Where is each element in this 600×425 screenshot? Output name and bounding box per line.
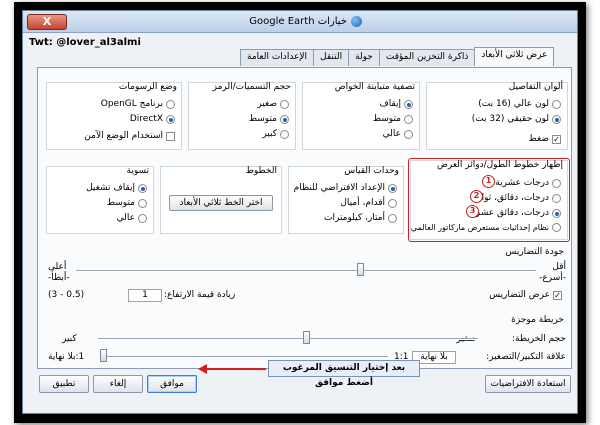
tab-strip: عرض ثلاثي الأبعاد ذاكرة التخزين المؤقت ج…	[240, 47, 555, 67]
radio-aniso-off[interactable]: إيقاف	[379, 99, 413, 109]
units-group: وحدات القياس الإعداد الافتراضي للنظام أق…	[288, 166, 404, 234]
radio-aniso-high[interactable]: عالي	[383, 129, 413, 139]
label-size-group: حجم التسميات/الرمز صغير متوسط كبير	[188, 82, 296, 150]
radio-directx[interactable]: DirectX	[130, 114, 175, 124]
zoom-relation-left: 1:بلا نهاية	[48, 352, 85, 362]
terrain-quality-track	[76, 270, 536, 272]
radio-units-metric[interactable]: أمتار، كيلومترات	[324, 213, 397, 223]
zoom-relation-track	[104, 356, 388, 358]
arrow-shaft	[206, 368, 266, 370]
tab-3d-view[interactable]: عرض ثلاثي الأبعاد	[474, 47, 555, 66]
graphics-mode-group: وضع الرسومات برنامج OpenGL DirectX استخد…	[46, 82, 182, 150]
fonts-title: الخطوط	[245, 166, 277, 176]
checkbox-safe-mode[interactable]: استخدام الوضع الآمن	[84, 131, 175, 141]
smoothing-title: تسوية	[126, 166, 149, 176]
cancel-button[interactable]: إلغاء	[93, 375, 143, 393]
radio-opengl[interactable]: برنامج OpenGL	[101, 99, 175, 109]
elevation-range: (0.5 - 3)	[48, 290, 85, 300]
radio-aniso-medium[interactable]: متوسط	[373, 114, 413, 124]
radio-high-color[interactable]: لون عالي (16 بت)	[478, 99, 561, 109]
terrain-right-top: أقل	[552, 262, 566, 272]
restore-defaults-button[interactable]: استعادة الافتراضيات	[485, 375, 571, 393]
checkbox-show-terrain[interactable]: ✓ عرض التضاريس	[489, 290, 562, 300]
close-button[interactable]: X	[27, 14, 67, 30]
zoom-relation-label: علاقة التكبير/التصغير:	[486, 352, 566, 362]
instruction-annotation: بعد إختيار التنسيق المرغوب أضغط موافق	[268, 360, 420, 388]
twitter-handle: Twt: @lover_al3almi	[29, 37, 141, 48]
arrow-pointer-icon	[198, 364, 207, 374]
apply-button[interactable]: تطبيق	[39, 375, 89, 393]
elevation-label: زيادة قيمة الارتفاع:	[164, 290, 236, 300]
options-dialog: Google Earth خيارات X Twt: @lover_al3alm…	[22, 10, 578, 414]
radio-smooth-high[interactable]: عالي	[117, 213, 147, 223]
google-earth-icon	[351, 16, 362, 27]
elevation-input[interactable]: 1	[128, 289, 162, 302]
radio-label-small[interactable]: صغير	[257, 99, 289, 109]
anisotropic-title: تصفية متباينة الخواص	[334, 82, 415, 92]
map-size-large: كبير	[62, 334, 77, 344]
terrain-left-bottom: -أبطأ-	[48, 273, 70, 283]
title-bar: Google Earth خيارات X	[23, 11, 577, 33]
tab-cache[interactable]: ذاكرة التخزين المؤقت	[378, 49, 476, 66]
graphics-mode-title: وضع الرسومات	[118, 82, 177, 92]
terrain-left-top: أعلى	[48, 262, 67, 272]
badge-2: 2	[470, 190, 483, 203]
zoom-relation-slider[interactable]	[100, 349, 107, 362]
radio-units-imperial[interactable]: أقدام، أميال	[340, 198, 397, 208]
badge-1: 1	[482, 175, 495, 188]
terrain-quality-title: جودة التضاريس	[505, 247, 564, 257]
radio-smooth-medium[interactable]: متوسط	[107, 198, 147, 208]
tab-navigation[interactable]: التنقل	[313, 49, 350, 66]
fonts-group: الخطوط اختر الخط ثلاثي الأبعاد	[160, 166, 282, 234]
overview-map-title: خريطة موجزة	[511, 315, 564, 325]
label-size-title: حجم التسميات/الرمز	[212, 82, 291, 92]
tab-touring[interactable]: جولة	[348, 49, 380, 66]
3d-view-panel: ألوان التفاصيل لون عالي (16 بت) لون حقيق…	[37, 67, 572, 369]
checkbox-compress[interactable]: ✓ ضغط	[528, 134, 561, 144]
radio-smooth-off[interactable]: إيقاف تشغيل	[86, 183, 147, 193]
terrain-quality-slider[interactable]	[357, 263, 365, 276]
radio-label-medium[interactable]: متوسط	[249, 114, 289, 124]
badge-3: 3	[466, 205, 479, 218]
radio-label-large[interactable]: كبير	[262, 129, 289, 139]
radio-units-default[interactable]: الإعداد الافتراضي للنظام	[294, 183, 397, 193]
map-size-slider[interactable]	[303, 331, 310, 344]
map-size-track	[98, 338, 478, 340]
choose-3d-font-button[interactable]: اختر الخط ثلاثي الأبعاد	[169, 195, 273, 211]
smoothing-group: تسوية إيقاف تشغيل متوسط عالي	[46, 166, 154, 234]
tab-general[interactable]: الإعدادات العامة	[240, 49, 315, 66]
terrain-right-bottom: -أسرع-	[539, 273, 566, 283]
window-title: Google Earth خيارات	[249, 16, 347, 27]
texture-colors-group: ألوان التفاصيل لون عالي (16 بت) لون حقيق…	[426, 82, 568, 150]
radio-true-color[interactable]: لون حقيقي (32 بت)	[472, 114, 561, 124]
lat-long-highlight	[408, 158, 570, 242]
ok-button[interactable]: موافق	[147, 375, 197, 393]
map-size-label: حجم الخريطة:	[512, 334, 566, 344]
texture-colors-title: ألوان التفاصيل	[508, 82, 563, 92]
anisotropic-group: تصفية متباينة الخواص إيقاف متوسط عالي	[302, 82, 420, 150]
units-title: وحدات القياس	[344, 166, 399, 176]
terrain-quality-group: جودة التضاريس أقل -أسرع- أعلى -أبطأ- ✓ عر…	[46, 247, 568, 308]
